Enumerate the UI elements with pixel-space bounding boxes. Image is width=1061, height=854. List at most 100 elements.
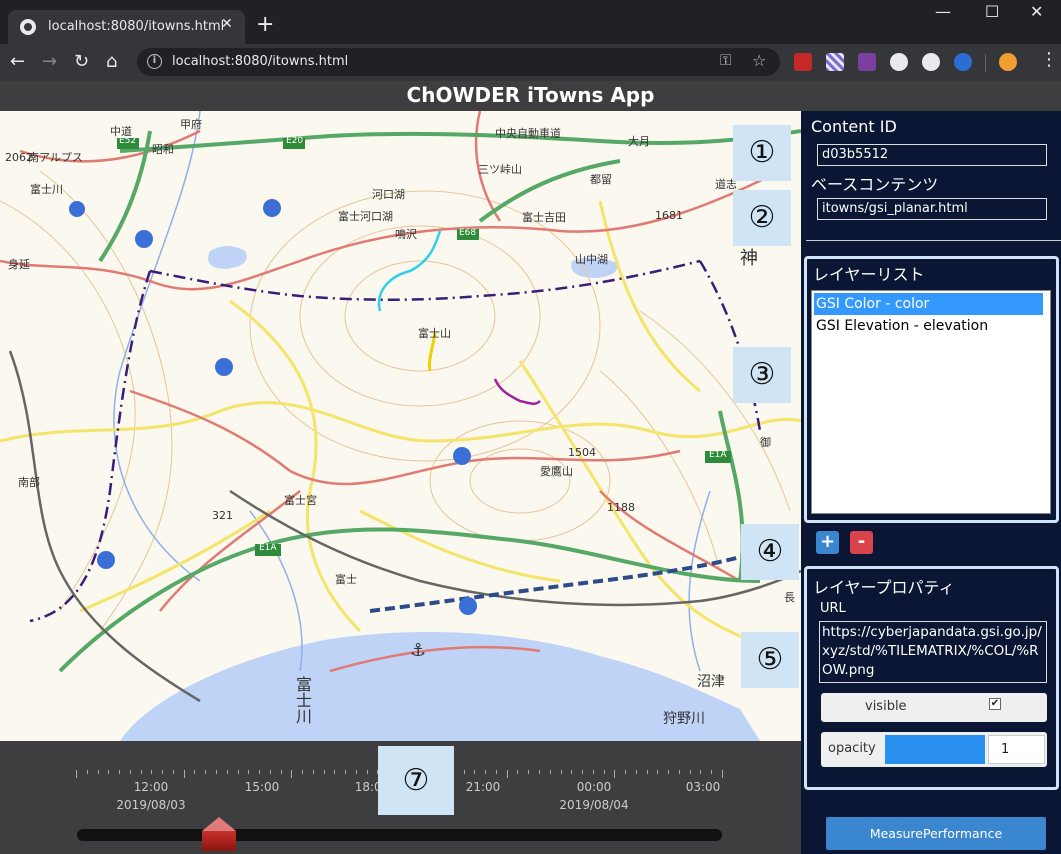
key-icon[interactable]: ⚿ <box>720 51 731 69</box>
timeline-tick <box>528 770 530 774</box>
timeline-tick <box>237 770 239 774</box>
timeline-tick <box>463 770 465 774</box>
map-label: 中央自動車道 <box>495 127 561 140</box>
map-label: E52 <box>119 136 137 146</box>
extension-play-icon[interactable] <box>922 53 940 71</box>
timeline-tick <box>625 770 627 774</box>
visible-checkbox[interactable]: ✔ <box>989 698 1001 710</box>
bookmark-star-icon[interactable]: ☆ <box>752 51 766 70</box>
timeline-tick <box>635 770 637 774</box>
extension-red-icon[interactable] <box>794 53 812 71</box>
minimize-button[interactable]: — <box>935 2 951 21</box>
timeline-tick <box>291 770 293 778</box>
url-label: URL <box>820 601 846 616</box>
timeline-tick <box>97 770 99 774</box>
map-label: 1188 <box>607 501 635 514</box>
timeline-tick <box>248 770 250 774</box>
content-id-input[interactable]: d03b5512 <box>817 144 1047 166</box>
timeline-tick <box>614 770 616 778</box>
extension-chat-icon[interactable] <box>890 53 908 71</box>
new-tab-button[interactable]: + <box>256 14 274 36</box>
forward-arrow-icon[interactable]: → <box>42 52 57 72</box>
site-info-icon[interactable]: i <box>147 54 162 69</box>
annotation-badge-1: ① <box>733 125 791 181</box>
timeline-tick <box>86 770 88 774</box>
route-shield <box>69 201 85 217</box>
timeline-tick <box>194 770 196 774</box>
timeline-tick <box>76 770 77 778</box>
timeline-tick <box>119 770 121 774</box>
layer-list[interactable]: GSI Color - color GSI Elevation - elevat… <box>811 290 1051 514</box>
opacity-slider[interactable] <box>885 735 985 764</box>
timeline-tick <box>495 770 497 774</box>
base-content-input[interactable]: itowns/gsi_planar.html <box>817 198 1047 220</box>
timeline-tick <box>689 770 691 774</box>
reload-icon[interactable]: ↻ <box>74 52 89 72</box>
map-label: E1A <box>259 543 277 553</box>
measure-performance-button[interactable]: MeasurePerformance <box>826 817 1046 850</box>
opacity-input[interactable]: 1 <box>988 735 1045 764</box>
timeline-tick <box>302 770 304 774</box>
timeline-tick <box>345 770 347 774</box>
profile-avatar[interactable] <box>999 53 1017 71</box>
timeline-tick <box>226 770 228 774</box>
timeline-hour-label: 00:00 <box>576 780 612 794</box>
globe-icon <box>20 19 36 35</box>
timeline-tick <box>668 770 670 774</box>
timeline-tick <box>183 770 185 778</box>
route-shield <box>453 447 471 465</box>
timeline-tick <box>172 770 174 774</box>
lake <box>208 246 247 269</box>
menu-kebab-icon[interactable]: ⋮ <box>1040 50 1058 70</box>
browser-tab[interactable]: localhost:8080/itowns.html ✕ <box>8 10 245 44</box>
remove-layer-button[interactable]: - <box>850 531 873 554</box>
layer-item-gsi-color[interactable]: GSI Color - color <box>814 293 1043 315</box>
address-url[interactable]: localhost:8080/itowns.html <box>172 54 348 69</box>
timeline-date-label: 2019/08/03 <box>116 798 186 812</box>
visible-toggle[interactable]: visible ✔ <box>821 693 1047 722</box>
annotation-badge-5: ⑤ <box>741 632 799 688</box>
close-window-button[interactable]: ✕ <box>1030 2 1043 21</box>
map-label: E1A <box>709 450 727 460</box>
timeline-tick <box>108 770 110 774</box>
timeline-tick <box>269 770 271 774</box>
layer-url-textarea[interactable]: https://cyberjapandata.gsi.go.jp/xyz/std… <box>819 621 1047 683</box>
map-view[interactable]: ⚓ 中道 E52 昭和 E20 中央自動車道 大月 2062 南アルプス 甲府 … <box>0 111 801 741</box>
map-label: 愛鷹山 <box>540 465 573 478</box>
add-layer-button[interactable]: + <box>816 531 839 554</box>
home-icon[interactable]: ⌂ <box>106 52 117 72</box>
timeline-slider-track[interactable] <box>77 829 722 841</box>
back-arrow-icon[interactable]: ← <box>10 52 25 72</box>
map-label: 大月 <box>628 135 650 148</box>
anchor-icon: ⚓ <box>410 640 426 661</box>
map-label: 神 <box>740 248 758 269</box>
map-label: 1504 <box>568 446 596 459</box>
map-label: 富士川 <box>293 676 312 724</box>
map-label: 富士 <box>335 573 357 586</box>
map-label: 山中湖 <box>575 253 608 266</box>
timeline-slider-handle[interactable] <box>201 817 236 851</box>
maximize-button[interactable]: ☐ <box>985 2 999 21</box>
map-label: 三ツ峠山 <box>478 163 522 176</box>
extension-globe-icon[interactable] <box>954 53 972 71</box>
onenote-icon[interactable] <box>858 53 876 71</box>
tab-close-icon[interactable]: ✕ <box>221 16 233 32</box>
address-bar[interactable]: i localhost:8080/itowns.html ⚿ ☆ <box>137 48 780 76</box>
timeline-tick <box>646 770 648 774</box>
map-label: 昭和 <box>152 143 174 156</box>
map-label: 長 <box>784 591 795 604</box>
toolbar-separator <box>985 54 986 72</box>
annotation-badge-7: ⑦ <box>378 746 454 815</box>
timeline-tick <box>129 770 131 774</box>
timeline-hour-label: 21:00 <box>465 780 501 794</box>
timeline-tick <box>205 770 207 774</box>
map-label: 南アルプス <box>28 151 83 164</box>
map-label: 321 <box>212 509 233 522</box>
layer-item-gsi-elevation[interactable]: GSI Elevation - elevation <box>814 315 1043 337</box>
map-label: 狩野川 <box>663 711 705 727</box>
timeline-tick <box>517 770 519 774</box>
map-label: 富士宮 <box>284 494 317 507</box>
extension-stripes-icon[interactable] <box>826 53 844 71</box>
map-label: 河口湖 <box>372 188 405 201</box>
map-label: 富士山 <box>418 327 451 340</box>
